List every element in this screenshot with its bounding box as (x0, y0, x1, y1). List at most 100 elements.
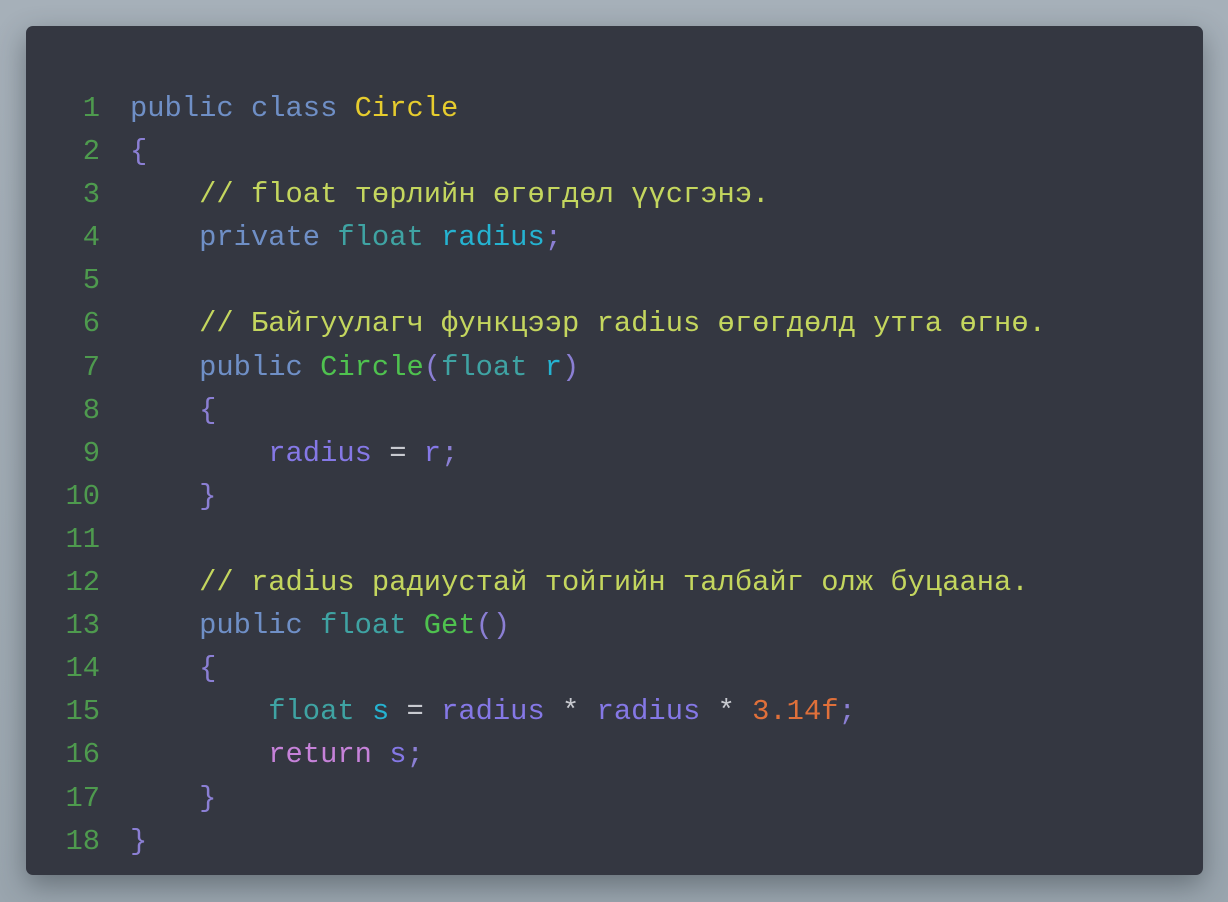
code-token: float (268, 695, 355, 729)
code-token: } (199, 781, 217, 815)
code-token: ( (423, 350, 442, 384)
line-code: public Circle(float r) (130, 346, 579, 389)
code-token: public (199, 350, 303, 384)
line-code: { (130, 130, 147, 173)
line-number: 11 (65, 522, 100, 556)
line-code: } (130, 777, 216, 820)
line-code: { (130, 389, 216, 432)
line-number: 17 (65, 781, 100, 815)
code-token: ; (441, 436, 459, 470)
code-token: ; (838, 695, 856, 729)
line-code: // Байгуулагч функцээр radius өгөгдөлд у… (130, 302, 1046, 345)
code-token: { (130, 135, 148, 169)
code-token: class (250, 92, 338, 125)
line-number: 2 (82, 135, 100, 169)
code-token: radius (596, 695, 701, 729)
code-token: ; (406, 738, 424, 772)
line-number: 8 (82, 393, 100, 427)
code-token: ; (544, 221, 563, 255)
line-number: 6 (82, 307, 100, 341)
line-number: 14 (65, 652, 100, 686)
code-token: float (337, 221, 424, 255)
line-code: { (130, 647, 216, 690)
code-token: float (441, 350, 528, 384)
line-code: private float radius; (130, 216, 562, 259)
line-code: } (130, 820, 147, 863)
code-token: = (389, 436, 407, 470)
code-token: radius (268, 436, 372, 470)
line-number: 15 (65, 695, 100, 729)
code-token: { (199, 652, 217, 686)
line-number: 9 (82, 436, 100, 470)
line-number: 18 (65, 824, 100, 858)
line-code: // float төрлийн өгөгдөл үүсгэнэ. (130, 173, 769, 216)
line-code: // radius радиустай тойгийн талбайг олж … (130, 561, 1029, 604)
code-token: radius (441, 221, 545, 255)
code-token: // Байгуулагч функцээр radius өгөгдөлд у… (199, 307, 1046, 341)
line-code: public class Circle (130, 87, 458, 130)
code-token: radius (441, 695, 545, 729)
line-code: float s = radius * radius * 3.14f; (130, 690, 856, 733)
code-token: // radius радиустай тойгийн талбайг олж … (199, 566, 1029, 600)
code-token: public (130, 92, 234, 125)
code-token: r (544, 350, 563, 384)
code-token: Get (423, 609, 476, 643)
code-token: s (389, 738, 407, 772)
line-code: } (130, 475, 216, 518)
code-token: public (199, 609, 303, 643)
code-panel: 1 public class Circle 2 {3 // float төрлийн… (26, 26, 1203, 875)
code-token: return (268, 738, 372, 772)
code-token: r (423, 436, 442, 470)
code-token: // float төрлийн өгөгдөл үүсгэнэ. (199, 178, 770, 212)
line-number: 7 (82, 350, 100, 384)
code-token: } (130, 824, 148, 858)
code-token: { (199, 393, 217, 427)
line-number: 3 (82, 178, 100, 212)
code-token: = (406, 695, 424, 729)
code-token: ) (562, 350, 580, 384)
code-token: } (199, 479, 217, 513)
code-token: float (320, 609, 407, 643)
line-code: public float Get() (130, 604, 510, 647)
line-number: 13 (65, 609, 100, 643)
line-code: return s; (130, 733, 424, 776)
code-token: * (717, 695, 735, 729)
code-token: Circle (320, 350, 424, 384)
line-number: 5 (82, 264, 100, 298)
code-token: * (562, 695, 580, 729)
line-number: 16 (65, 738, 100, 772)
line-number: 4 (82, 221, 100, 255)
line-number: 12 (65, 566, 100, 600)
code-token: private (199, 221, 321, 255)
line-code: radius = r; (130, 432, 458, 475)
